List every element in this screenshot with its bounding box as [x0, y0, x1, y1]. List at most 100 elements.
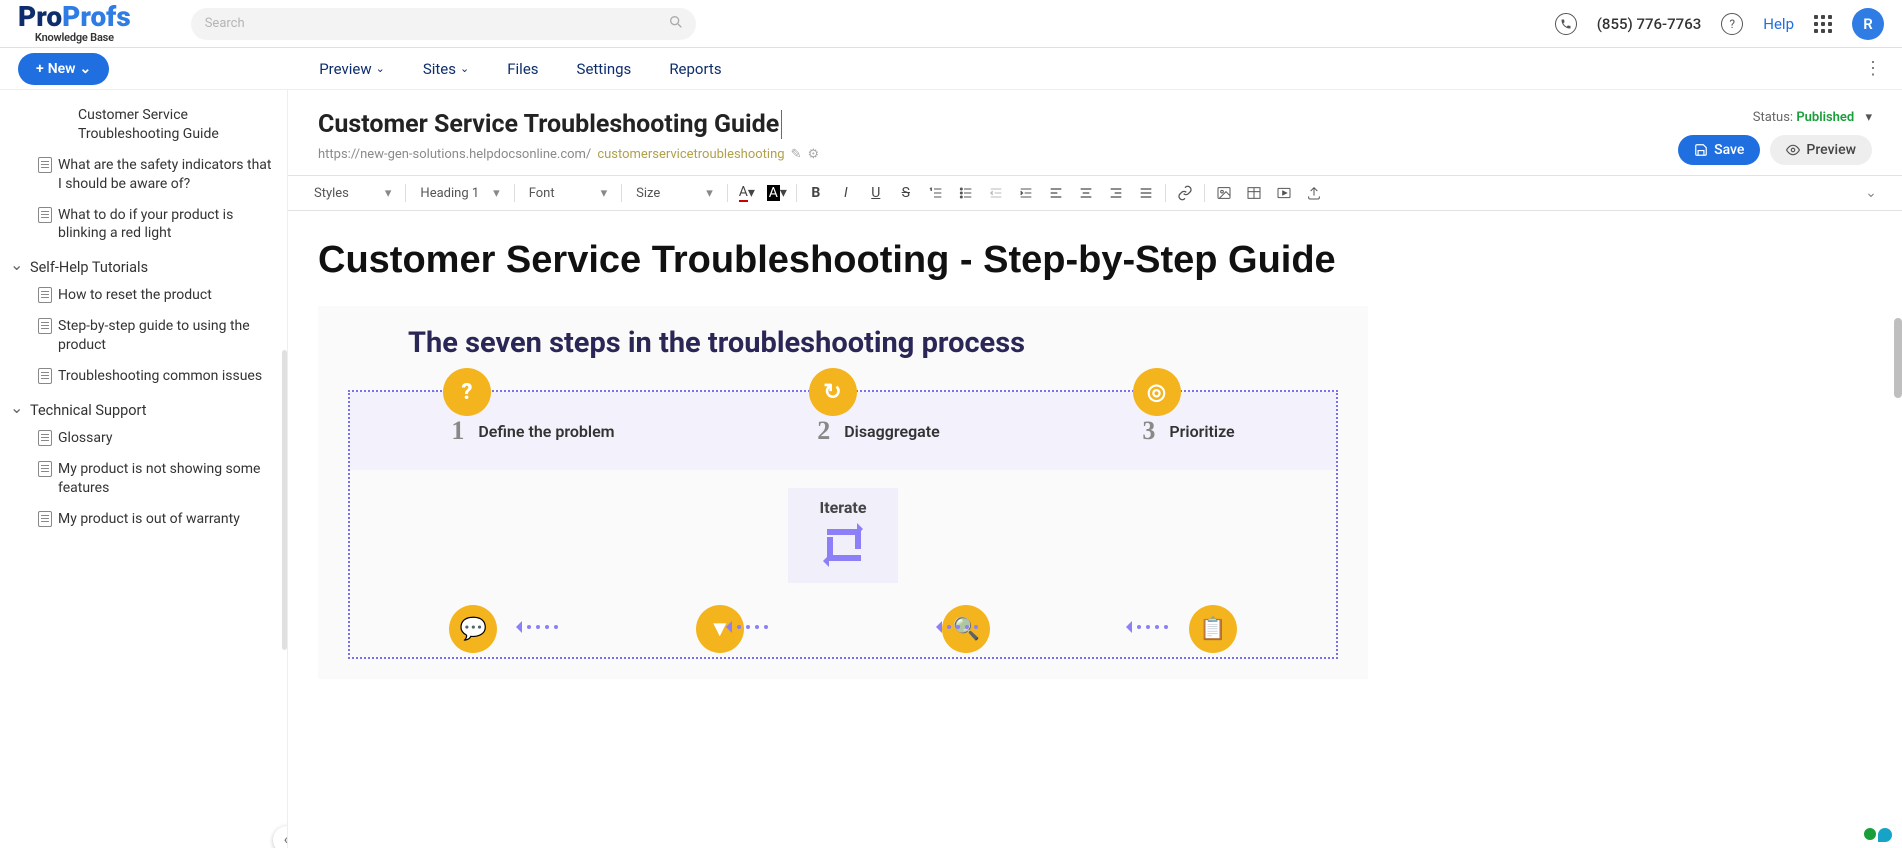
nav-sites[interactable]: Sites ⌄ — [423, 60, 469, 78]
unordered-list-button[interactable] — [955, 182, 977, 204]
new-button[interactable]: + New ⌄ — [18, 53, 109, 85]
image-button[interactable] — [1213, 182, 1235, 204]
phone-number[interactable]: (855) 776-7763 — [1597, 15, 1702, 33]
content-pane: Customer Service Troubleshooting Guide h… — [288, 90, 1902, 848]
content-h1: Customer Service Troubleshooting - Step-… — [318, 239, 1872, 282]
steps-row: ? 1 Define the problem ↻ 2 Disaggregate … — [350, 392, 1336, 470]
nav-reports[interactable]: Reports — [669, 60, 721, 78]
step-num: 1 — [451, 416, 464, 446]
align-center-button[interactable] — [1075, 182, 1097, 204]
align-justify-button[interactable] — [1135, 182, 1157, 204]
url-slug[interactable]: customerservicetroubleshooting — [597, 147, 784, 162]
step-3: ◎ 3 Prioritize — [1142, 416, 1234, 446]
sidebar-item[interactable]: Customer Service Troubleshooting Guide — [0, 100, 287, 150]
italic-button[interactable]: I — [835, 182, 857, 204]
sidebar-item[interactable]: Troubleshooting common issues — [0, 361, 287, 392]
sidebar-section-tech[interactable]: Technical Support — [0, 392, 287, 423]
sidebar-item[interactable]: Glossary — [0, 423, 287, 454]
preview-label: Preview — [1806, 142, 1856, 158]
sidebar-item[interactable]: Step-by-step guide to using the product — [0, 311, 287, 361]
chevron-down-icon: ▾ — [601, 186, 608, 201]
step-label: Disaggregate — [844, 422, 940, 441]
doc-header: Customer Service Troubleshooting Guide h… — [288, 90, 1902, 175]
editor-body[interactable]: Customer Service Troubleshooting - Step-… — [288, 211, 1902, 707]
video-button[interactable] — [1273, 182, 1295, 204]
new-label: New — [48, 61, 76, 77]
sidebar-item[interactable]: My product is out of warranty — [0, 504, 287, 535]
help-link[interactable]: Help — [1763, 15, 1794, 33]
preview-button[interactable]: Preview — [1770, 135, 1872, 165]
save-button[interactable]: Save — [1678, 135, 1760, 165]
target-icon: ◎ — [1133, 368, 1181, 416]
underline-button[interactable]: U — [865, 182, 887, 204]
status-value: Published — [1796, 110, 1854, 125]
main-nav: Preview ⌄ Sites ⌄ Files Settings Reports — [319, 60, 721, 78]
sidebar-item[interactable]: My product is not showing some features — [0, 454, 287, 504]
indent-button[interactable] — [1015, 182, 1037, 204]
save-label: Save — [1714, 142, 1744, 158]
align-left-button[interactable] — [1045, 182, 1067, 204]
logo-sub: Knowledge Base — [35, 31, 114, 44]
strike-button[interactable]: S — [895, 182, 917, 204]
brand-logo[interactable]: ProProfs Knowledge Base — [18, 3, 131, 44]
disaggregate-icon: ↻ — [809, 368, 857, 416]
chat-widget[interactable] — [1864, 828, 1892, 842]
size-select[interactable]: Size ▾ — [630, 184, 719, 203]
more-icon[interactable]: ⋮ — [1864, 58, 1882, 79]
sidebar-item[interactable]: What are the safety indicators that I sh… — [0, 150, 287, 200]
format-select[interactable]: Heading 1 ▾ — [414, 184, 505, 203]
settings-icon[interactable]: ⚙ — [807, 147, 819, 162]
svg-text:1: 1 — [930, 186, 932, 191]
edit-slug-icon[interactable]: ✎ — [791, 147, 802, 162]
align-right-button[interactable] — [1105, 182, 1127, 204]
nav-settings[interactable]: Settings — [577, 60, 632, 78]
content-scrollbar[interactable] — [1894, 318, 1902, 398]
iterate-box: Iterate — [788, 488, 898, 583]
collapse-sidebar-button[interactable]: « — [273, 826, 288, 848]
search-box[interactable] — [191, 8, 696, 40]
sidebar: Customer Service Troubleshooting Guide W… — [0, 90, 288, 848]
status-label: Status: — [1753, 110, 1793, 125]
flow-arrow — [720, 621, 768, 633]
table-button[interactable] — [1243, 182, 1265, 204]
document-icon — [38, 368, 52, 384]
document-icon — [38, 287, 52, 303]
document-icon — [38, 207, 52, 223]
apps-icon[interactable] — [1814, 15, 1832, 33]
secondary-bar: + New ⌄ Preview ⌄ Sites ⌄ Files Settings… — [0, 48, 1902, 90]
flow-arrow — [510, 621, 558, 633]
sidebar-item[interactable]: What to do if your product is blinking a… — [0, 200, 287, 250]
avatar[interactable]: R — [1852, 8, 1884, 40]
bg-color-button[interactable]: A▾ — [766, 182, 788, 204]
step-1: ? 1 Define the problem — [451, 416, 614, 446]
search-icon[interactable] — [668, 14, 684, 34]
text-color-button[interactable]: A▾ — [736, 182, 758, 204]
chevron-down-icon: ⌄ — [376, 62, 385, 75]
chevron-down-icon: ⌄ — [79, 61, 91, 77]
sidebar-item[interactable]: How to reset the product — [0, 280, 287, 311]
url-base: https://new-gen-solutions.helpdocsonline… — [318, 147, 591, 162]
clipboard-icon: 📋 — [1189, 605, 1237, 653]
search-input[interactable] — [205, 16, 682, 31]
expand-toolbar-button[interactable]: ⌄ — [1860, 182, 1882, 204]
diagram-title: The seven steps in the troubleshooting p… — [408, 326, 1338, 360]
document-icon — [38, 511, 52, 527]
styles-select[interactable]: Styles ▾ — [308, 184, 397, 203]
link-button[interactable] — [1174, 182, 1196, 204]
nav-preview[interactable]: Preview ⌄ — [319, 60, 385, 78]
page-title[interactable]: Customer Service Troubleshooting Guide — [318, 110, 782, 139]
font-select[interactable]: Font ▾ — [523, 184, 613, 203]
flow-arrow — [930, 621, 978, 633]
status-line[interactable]: Status: Published ▾ — [1753, 110, 1872, 125]
ordered-list-button[interactable]: 1 — [925, 182, 947, 204]
save-icon — [1694, 143, 1708, 157]
step-num: 2 — [817, 416, 830, 446]
bold-button[interactable]: B — [805, 182, 827, 204]
help-icon: ? — [1721, 13, 1743, 35]
outdent-button[interactable] — [985, 182, 1007, 204]
sidebar-section-selfhelp[interactable]: Self-Help Tutorials — [0, 249, 287, 280]
upload-button[interactable] — [1303, 182, 1325, 204]
nav-files[interactable]: Files — [507, 60, 538, 78]
sidebar-scrollbar[interactable] — [282, 350, 287, 650]
chevron-down-icon: ▾ — [706, 186, 713, 201]
